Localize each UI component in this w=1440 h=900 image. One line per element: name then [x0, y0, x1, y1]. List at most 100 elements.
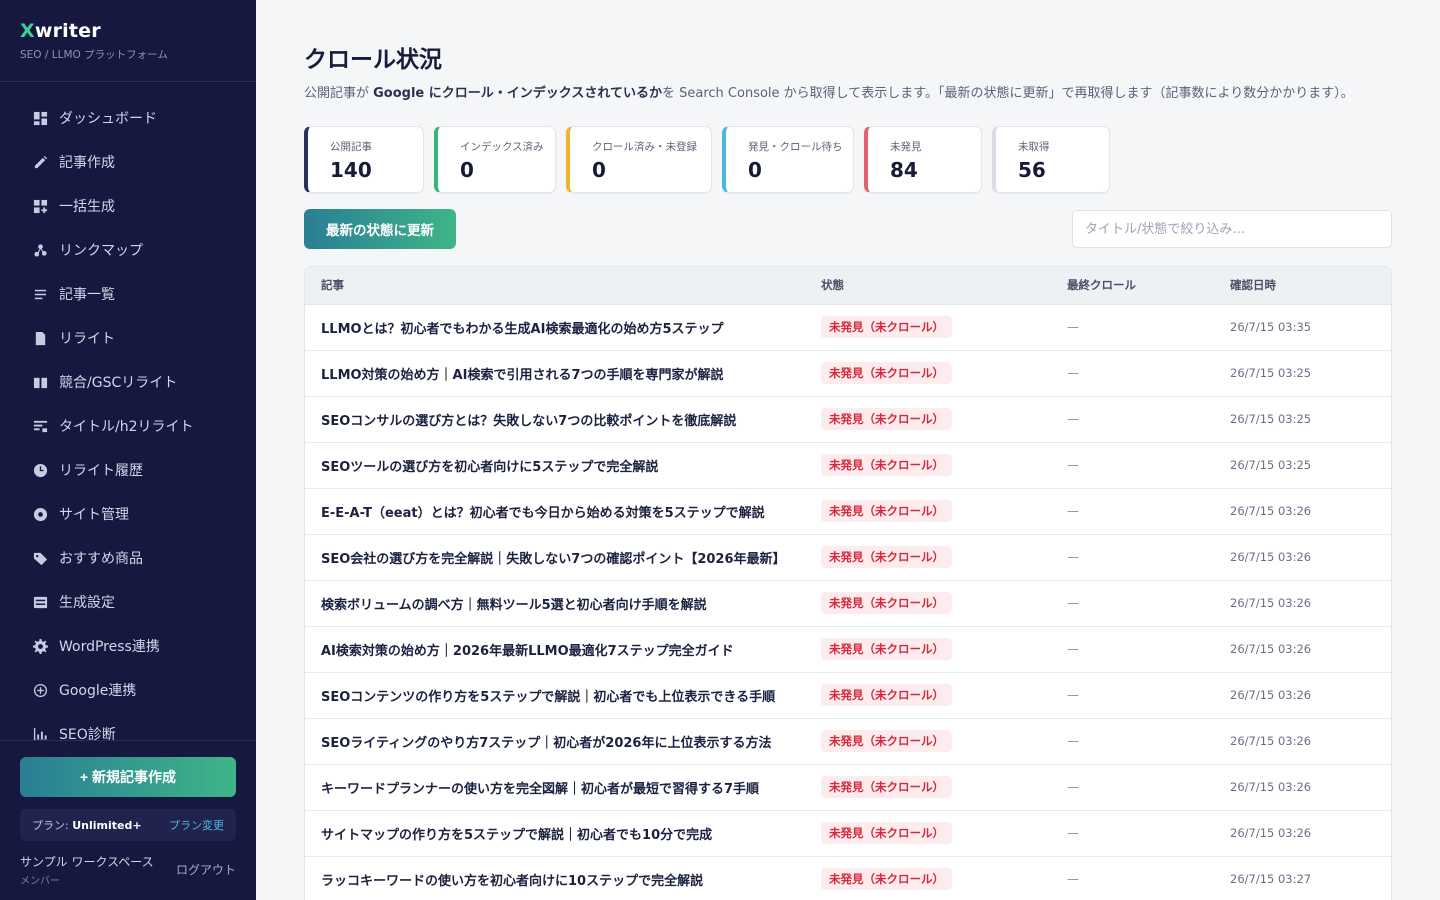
article-title[interactable]: E-E-A-T（eeat）とは？初心者でも今日から始める対策を5ステップで解説	[305, 488, 805, 535]
state-cell: 未発見（未クロール）	[805, 810, 1051, 857]
sidebar-item-label: WordPress連携	[59, 639, 160, 655]
crawl-table: 記事 状態 最終クロール 確認日時 LLMOとは？初心者でもわかる生成AI検索最…	[304, 266, 1392, 900]
state-cell: 未発見（未クロール）	[805, 488, 1051, 535]
state-cell: 未発見（未クロール）	[805, 442, 1051, 489]
article-title[interactable]: SEOコンサルの選び方とは？失敗しない7つの比較ポイントを徹底解説	[305, 396, 805, 443]
table-row[interactable]: AI検索対策の始め方｜2026年最新LLMO最適化7ステップ完全ガイド 未発見（未…	[305, 626, 1391, 673]
stat-value: 0	[748, 158, 762, 182]
status-badge: 未発見（未クロール）	[821, 500, 952, 522]
dashboard-icon	[32, 110, 48, 126]
site-icon	[32, 506, 48, 522]
table-row[interactable]: E-E-A-T（eeat）とは？初心者でも今日から始める対策を5ステップで解説未…	[305, 488, 1391, 535]
article-title[interactable]: 検索ボリュームの調べ方｜無料ツール5選と初心者向け手順を解説	[305, 580, 805, 627]
sidebar-item[interactable]: リライト履歴	[0, 448, 256, 492]
article-title[interactable]: SEOライティングのやり方7ステップ｜初心者が2026年に上位表示する方法	[305, 718, 805, 765]
sidebar-item[interactable]: リライト	[0, 316, 256, 360]
sidebar-item[interactable]: リンクマップ	[0, 228, 256, 272]
sidebar-item[interactable]: ダッシュボード	[0, 96, 256, 140]
checked-at-cell: 26/7/15 03:35	[1214, 304, 1391, 351]
brand-logo[interactable]: Xwriter	[20, 20, 236, 42]
table-row[interactable]: SEOコンサルの選び方とは？失敗しない7つの比較ポイントを徹底解説 未発見（未クロ…	[305, 396, 1391, 443]
settings-box-icon	[32, 594, 48, 610]
table-row[interactable]: ラッコキーワードの使い方を初心者向けに10ステップで完全解説 未発見（未クロール）…	[305, 856, 1391, 900]
sidebar-item[interactable]: 記事一覧	[0, 272, 256, 316]
sidebar-item[interactable]: Google連携	[0, 668, 256, 712]
table-row[interactable]: キーワードプランナーの使い方を完全図解｜初心者が最短で習得する7手順 未発見（未ク…	[305, 764, 1391, 811]
list-icon	[32, 286, 48, 302]
stat-card: 公開記事 140	[304, 126, 424, 193]
sidebar-item-label: SEO診断	[59, 727, 116, 740]
sidebar-item-label: 一括生成	[59, 199, 115, 215]
sidebar-footer: + 新規記事作成 プラン: Unlimited+ プラン変更 サンプル ワークス…	[0, 740, 256, 900]
sidebar-item[interactable]: サイト管理	[0, 492, 256, 536]
page-title: クロール状況	[304, 47, 442, 73]
filter-input[interactable]	[1072, 210, 1392, 248]
article-title[interactable]: SEOコンテンツの作り方を5ステップで解説｜初心者でも上位表示できる手順	[305, 672, 805, 719]
status-badge: 未発見（未クロール）	[821, 684, 952, 706]
book-icon	[32, 374, 48, 390]
last-crawl-cell: —	[1051, 396, 1214, 443]
article-title[interactable]: SEOツールの選び方を初心者向けに5ステップで完全解説	[305, 442, 805, 489]
checked-at-cell: 26/7/15 03:26	[1214, 718, 1391, 765]
status-badge: 未発見（未クロール）	[821, 638, 952, 660]
stat-value: 140	[330, 158, 372, 182]
sidebar-item[interactable]: SEO診断	[0, 712, 256, 740]
new-article-button[interactable]: + 新規記事作成	[20, 757, 236, 797]
table-row[interactable]: SEO会社の選び方を完全解説｜失敗しない7つの確認ポイント【2026年最新】 未発…	[305, 534, 1391, 581]
stat-label: 発見・クロール待ち	[748, 141, 843, 153]
table-row[interactable]: サイトマップの作り方を5ステップで解説｜初心者でも10分で完成 未発見（未クロール…	[305, 810, 1391, 857]
workspace-name: サンプル ワークスペース	[20, 855, 154, 869]
table-row[interactable]: 検索ボリュームの調べ方｜無料ツール5選と初心者向け手順を解説 未発見（未クロール）…	[305, 580, 1391, 627]
stat-value: 0	[592, 158, 606, 182]
brand-subtitle: SEO / LLMO プラットフォーム	[20, 49, 168, 61]
plan-info: プラン: Unlimited+	[32, 819, 142, 832]
table-row[interactable]: LLMO対策の始め方｜AI検索で引用される7つの手順を専門家が解説 未発見（未クロ…	[305, 350, 1391, 397]
sidebar-item[interactable]: 生成設定	[0, 580, 256, 624]
last-crawl-cell: —	[1051, 304, 1214, 351]
sidebar-item[interactable]: 競合/GSCリライト	[0, 360, 256, 404]
plan-change-link[interactable]: プラン変更	[169, 817, 224, 833]
sidebar-item-label: 生成設定	[59, 595, 115, 611]
status-badge: 未発見（未クロール）	[821, 546, 952, 568]
toolbar: 最新の状態に更新	[304, 209, 1392, 249]
table-row[interactable]: SEOツールの選び方を初心者向けに5ステップで完全解説 未発見（未クロール） —26…	[305, 442, 1391, 489]
last-crawl-cell: —	[1051, 534, 1214, 581]
status-badge: 未発見（未クロール）	[821, 822, 952, 844]
checked-at-cell: 26/7/15 03:25	[1214, 396, 1391, 443]
header-last-crawl: 最終クロール	[1051, 267, 1214, 305]
status-badge: 未発見（未クロール）	[821, 454, 952, 476]
header-state: 状態	[805, 267, 1051, 305]
sidebar-item[interactable]: 一括生成	[0, 184, 256, 228]
refresh-button[interactable]: 最新の状態に更新	[304, 209, 456, 249]
article-title[interactable]: キーワードプランナーの使い方を完全図解｜初心者が最短で習得する7手順	[305, 764, 805, 811]
sidebar-item[interactable]: おすすめ商品	[0, 536, 256, 580]
stat-card: 発見・クロール待ち 0	[722, 126, 854, 193]
sidebar-item-label: タイトル/h2リライト	[59, 419, 194, 435]
table-row[interactable]: SEOライティングのやり方7ステップ｜初心者が2026年に上位表示する方法 未発見…	[305, 718, 1391, 765]
article-title[interactable]: LLMOとは？初心者でもわかる生成AI検索最適化の始め方5ステップ	[305, 304, 805, 351]
state-cell: 未発見（未クロール）	[805, 856, 1051, 900]
heading-icon	[32, 418, 48, 434]
state-cell: 未発見（未クロール）	[805, 672, 1051, 719]
main-content: クロール状況 公開記事が Google にクロール・インデックスされているかを …	[256, 0, 1440, 900]
last-crawl-cell: —	[1051, 718, 1214, 765]
table-row[interactable]: LLMOとは？初心者でもわかる生成AI検索最適化の始め方5ステップ 未発見（未クロ…	[305, 304, 1391, 351]
article-title[interactable]: SEO会社の選び方を完全解説｜失敗しない7つの確認ポイント【2026年最新】	[305, 534, 805, 581]
article-title[interactable]: LLMO対策の始め方｜AI検索で引用される7つの手順を専門家が解説	[305, 350, 805, 397]
article-title[interactable]: サイトマップの作り方を5ステップで解説｜初心者でも10分で完成	[305, 810, 805, 857]
grid-add-icon	[32, 198, 48, 214]
last-crawl-cell: —	[1051, 442, 1214, 489]
sidebar-item-label: 競合/GSCリライト	[59, 375, 178, 391]
sidebar-item[interactable]: WordPress連携	[0, 624, 256, 668]
logout-button[interactable]: ログアウト	[176, 861, 236, 878]
state-cell: 未発見（未クロール）	[805, 626, 1051, 673]
stat-card: 未取得 56	[992, 126, 1110, 193]
sidebar-item[interactable]: タイトル/h2リライト	[0, 404, 256, 448]
state-cell: 未発見（未クロール）	[805, 396, 1051, 443]
article-title[interactable]: ラッコキーワードの使い方を初心者向けに10ステップで完全解説	[305, 856, 805, 900]
table-row[interactable]: SEOコンテンツの作り方を5ステップで解説｜初心者でも上位表示できる手順 未発見（…	[305, 672, 1391, 719]
status-badge: 未発見（未クロール）	[821, 408, 952, 430]
state-cell: 未発見（未クロール）	[805, 350, 1051, 397]
article-title[interactable]: AI検索対策の始め方｜2026年最新LLMO最適化7ステップ完全ガイド	[305, 626, 805, 673]
sidebar-item[interactable]: 記事作成	[0, 140, 256, 184]
